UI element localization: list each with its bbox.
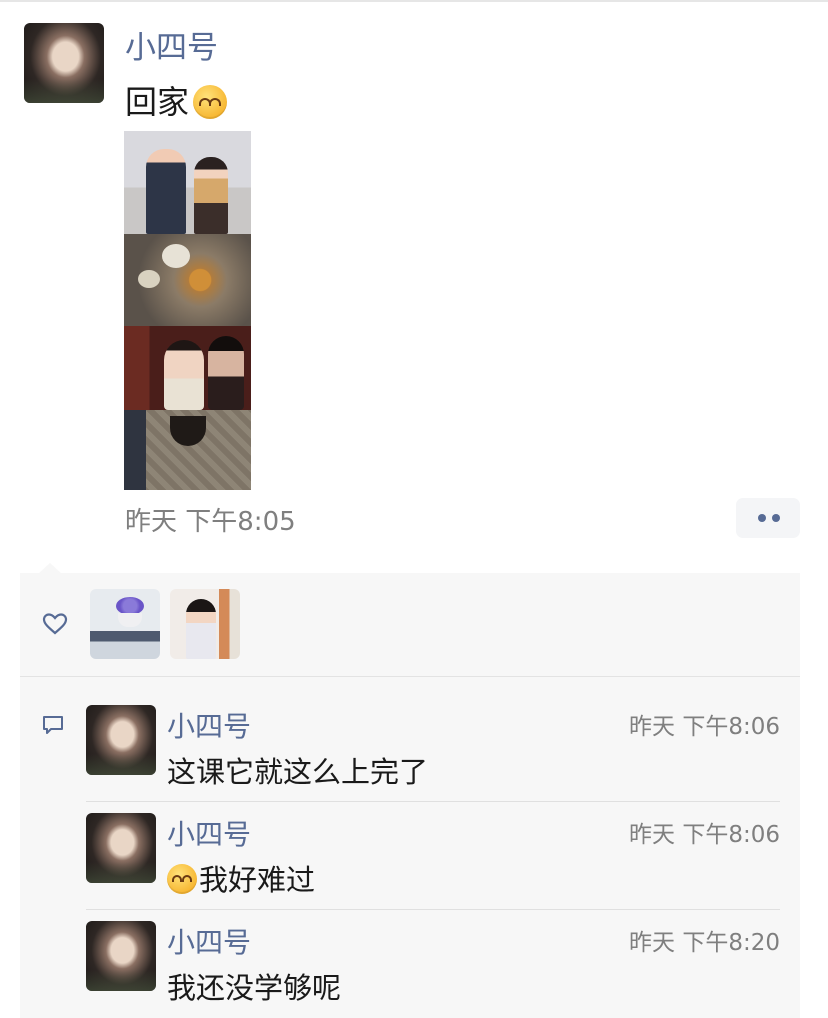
comment-icon	[43, 716, 63, 734]
post-text-content: 回家	[125, 83, 190, 121]
photo-figure	[164, 340, 204, 410]
photo-figure	[194, 157, 228, 234]
flower-shape	[162, 244, 190, 268]
comment-avatar[interactable]	[86, 921, 156, 991]
comment-avatar[interactable]	[86, 813, 156, 883]
top-divider	[0, 0, 828, 2]
comment-timestamp: 昨天 下午8:06	[629, 714, 780, 740]
post-text: 回家	[125, 77, 228, 123]
interaction-panel: 小四号 昨天 下午8:06 这课它就这么上完了 小四号 昨天 下午8:06 我好…	[20, 573, 800, 1018]
post-photo[interactable]	[124, 326, 251, 410]
comment-author-name[interactable]: 小四号	[167, 705, 251, 745]
comment-text: 这课它就这么上完了	[167, 755, 429, 789]
comment-timestamp: 昨天 下午8:06	[629, 822, 780, 848]
photo-detail	[170, 416, 206, 446]
comment-author-name[interactable]: 小四号	[167, 813, 251, 853]
comment-text: 我好难过	[167, 857, 315, 899]
photo-background	[124, 410, 146, 490]
post-photo-collage[interactable]	[124, 131, 251, 490]
heart-icon	[42, 613, 68, 635]
comment-author-name[interactable]: 小四号	[167, 921, 251, 961]
pleading-face-emoji-icon	[167, 864, 197, 894]
post-photo[interactable]	[124, 131, 251, 234]
likes-comments-divider	[20, 676, 800, 677]
more-actions-button[interactable]	[736, 498, 800, 538]
photo-figure	[146, 149, 186, 234]
comment-text: 我还没学够呢	[167, 971, 342, 1005]
ellipsis-icon	[772, 514, 780, 522]
comment-text-content: 我好难过	[199, 863, 316, 897]
comment-avatar[interactable]	[86, 705, 156, 775]
ellipsis-icon	[758, 514, 766, 522]
comment-divider	[86, 909, 780, 910]
pleading-face-emoji-icon	[193, 85, 228, 119]
post-timestamp: 昨天 下午8:05	[125, 507, 296, 537]
comment-timestamp: 昨天 下午8:20	[629, 930, 780, 956]
flower-shape	[138, 270, 160, 288]
comment-divider	[86, 801, 780, 802]
liker-avatar[interactable]	[90, 589, 160, 659]
liker-avatar[interactable]	[170, 589, 240, 659]
post-photo[interactable]	[124, 410, 251, 490]
post-author-name[interactable]: 小四号	[125, 22, 218, 67]
post-author-avatar[interactable]	[24, 23, 104, 103]
likes-row	[20, 573, 800, 676]
photo-figure	[208, 336, 244, 410]
post-photo[interactable]	[124, 234, 251, 326]
